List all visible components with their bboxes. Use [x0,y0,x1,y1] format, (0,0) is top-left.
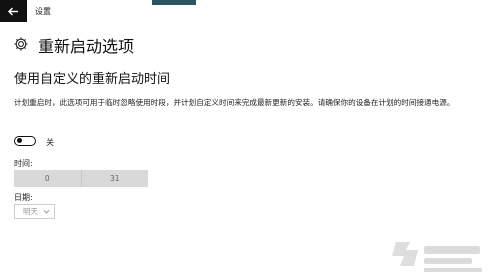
watermark-logo [392,242,482,272]
time-hour[interactable]: 0 [14,170,81,187]
date-dropdown[interactable]: 明天 [14,204,55,219]
toggle-state-label: 关 [46,138,54,147]
time-minute[interactable]: 31 [82,170,149,187]
date-label: 日期: [14,193,33,202]
time-label: 时间: [14,159,33,168]
page-title: 重新启动选项 [38,37,135,56]
custom-restart-toggle[interactable] [14,136,36,146]
section-title: 使用自定义的重新启动时间 [14,72,171,87]
title-bar: 设置 [0,0,488,22]
date-selected-value: 明天 [23,207,38,216]
toggle-knob [17,138,22,144]
section-description: 计划重启时，此选项可用于临时忽略使用时段，并计划自定义时间来完成最新更新的安装。… [14,98,455,107]
back-arrow-icon [8,7,18,15]
app-title: 设置 [35,7,51,16]
time-picker[interactable]: 0 31 [14,170,148,187]
back-button[interactable] [0,0,27,22]
top-decor-strip [152,0,196,5]
chevron-down-icon [43,209,50,214]
gear-icon [14,37,28,51]
